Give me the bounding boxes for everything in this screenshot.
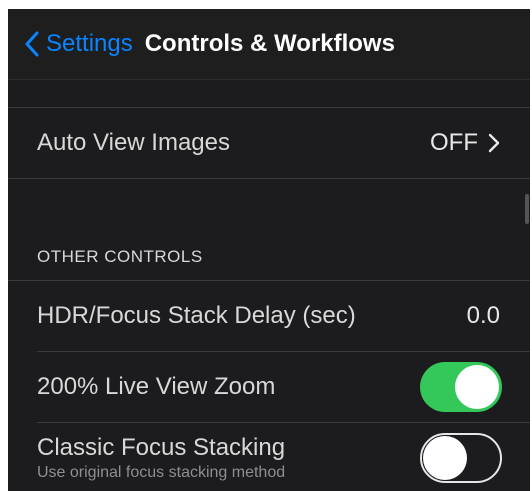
live-view-zoom-row: 200% Live View Zoom — [8, 352, 530, 422]
live-view-zoom-label: 200% Live View Zoom — [37, 373, 276, 400]
back-button[interactable]: Settings — [24, 30, 133, 58]
auto-view-images-label: Auto View Images — [37, 129, 230, 156]
top-spacer — [8, 80, 530, 107]
toggle-knob — [423, 436, 467, 480]
classic-focus-stacking-row: Classic Focus Stacking Use original focu… — [8, 423, 530, 491]
navigation-bar: Settings Controls & Workflows — [8, 9, 530, 80]
settings-screen: Settings Controls & Workflows Auto View … — [8, 9, 530, 491]
page-title: Controls & Workflows — [144, 30, 395, 57]
classic-focus-stacking-toggle[interactable] — [420, 433, 502, 483]
live-view-zoom-toggle[interactable] — [420, 362, 502, 412]
auto-view-images-status: OFF — [430, 129, 478, 156]
auto-view-images-row[interactable]: Auto View Images OFF — [8, 108, 530, 178]
scroll-indicator[interactable] — [525, 194, 529, 224]
chevron-right-icon — [488, 133, 500, 153]
chevron-left-icon — [25, 31, 39, 57]
hdr-focus-stack-delay-label: HDR/Focus Stack Delay (sec) — [37, 302, 356, 329]
auto-view-images-value: OFF — [430, 129, 500, 157]
divider — [8, 178, 530, 179]
classic-focus-stacking-label: Classic Focus Stacking — [37, 434, 286, 461]
hdr-focus-stack-delay-value: 0.0 — [466, 302, 500, 329]
classic-focus-stacking-text: Classic Focus Stacking Use original focu… — [37, 434, 285, 482]
toggle-knob — [455, 365, 499, 409]
section-header-other-controls: OTHER CONTROLS — [37, 247, 203, 266]
hdr-focus-stack-delay-row[interactable]: HDR/Focus Stack Delay (sec) 0.0 — [8, 281, 530, 351]
classic-focus-stacking-subtitle: Use original focus stacking method — [37, 464, 286, 481]
back-button-label: Settings — [46, 30, 133, 57]
